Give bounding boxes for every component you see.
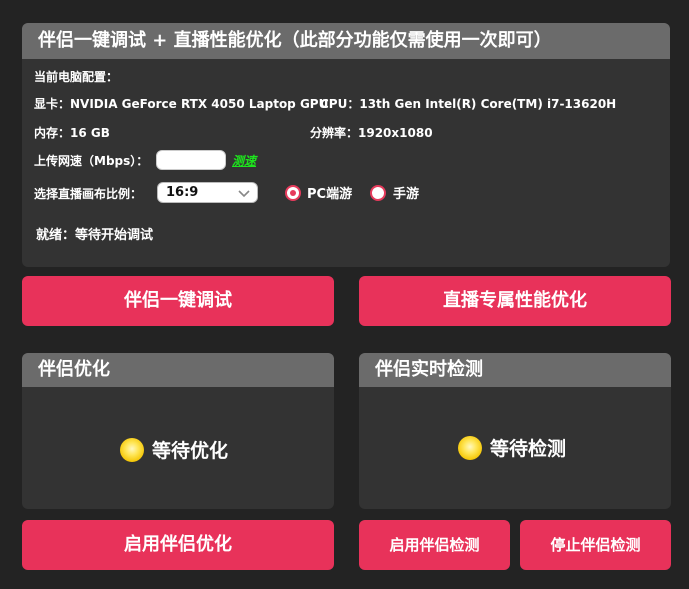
upload-speed-input[interactable] <box>156 150 226 170</box>
detect-panel: 伴侣实时检测 等待检测 <box>359 353 671 509</box>
canvas-ratio-label: 选择直播画布比例： <box>34 187 143 201</box>
status-indicator-icon <box>120 437 144 462</box>
chevron-down-icon <box>237 186 251 204</box>
status-text: 就绪：等待开始调试 <box>36 228 154 243</box>
gpu-info: 显卡：NVIDIA GeForce RTX 4050 Laptop GPU <box>34 97 329 111</box>
status-indicator-icon <box>458 435 482 460</box>
canvas-ratio-value: 16:9 <box>166 185 199 200</box>
enable-detect-button[interactable]: 启用伴侣检测 <box>359 520 510 570</box>
setup-panel: 伴侣一键调试 + 直播性能优化（此部分功能仅需使用一次即可） 当前电脑配置： 显… <box>22 23 670 267</box>
detect-status: 等待检测 <box>458 434 566 461</box>
detect-panel-title: 伴侣实时检测 <box>359 353 671 387</box>
enable-optimize-button[interactable]: 启用伴侣优化 <box>22 520 334 570</box>
canvas-ratio-select[interactable]: 16:9 <box>157 182 258 203</box>
stop-detect-button[interactable]: 停止伴侣检测 <box>520 520 671 570</box>
radio-pc[interactable] <box>285 185 301 201</box>
radio-mobile-label[interactable]: 手游 <box>393 183 419 202</box>
one-click-debug-button[interactable]: 伴侣一键调试 <box>22 276 334 326</box>
radio-mobile[interactable] <box>370 185 386 201</box>
speed-test-link[interactable]: 测速 <box>232 152 256 169</box>
optimize-status: 等待优化 <box>120 436 228 463</box>
detect-status-text: 等待检测 <box>490 438 567 460</box>
upload-speed-label: 上传网速（Mbps）： <box>34 154 149 168</box>
config-heading: 当前电脑配置： <box>34 70 119 84</box>
optimize-panel: 伴侣优化 等待优化 <box>22 353 334 509</box>
radio-pc-label[interactable]: PC端游 <box>307 183 352 202</box>
perf-optimize-button[interactable]: 直播专属性能优化 <box>359 276 671 326</box>
resolution-info: 分辨率：1920x1080 <box>310 126 433 140</box>
optimize-status-text: 等待优化 <box>152 440 229 462</box>
cpu-info: CPU：13th Gen Intel(R) Core(TM) i7-13620H <box>320 97 617 111</box>
optimize-panel-title: 伴侣优化 <box>22 353 334 387</box>
setup-panel-title: 伴侣一键调试 + 直播性能优化（此部分功能仅需使用一次即可） <box>22 23 670 59</box>
memory-info: 内存：16 GB <box>34 126 110 140</box>
